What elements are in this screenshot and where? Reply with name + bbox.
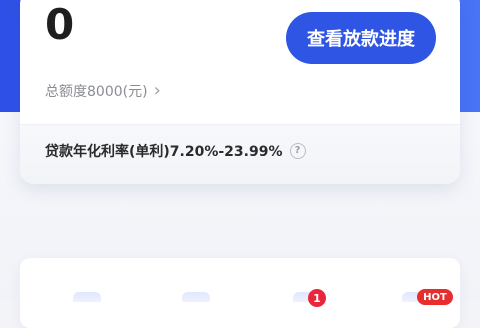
notification-count-badge: 1	[308, 289, 326, 307]
hot-badge: HOT	[417, 289, 453, 305]
total-limit-link[interactable]: 总额度8000(元) ›	[45, 81, 161, 101]
total-limit-label: 总额度8000(元)	[45, 84, 148, 100]
available-amount: 0	[45, 0, 75, 49]
rate-strip: 贷款年化利率(单利)7.20%-23.99% ?	[20, 124, 460, 184]
annual-rate-row: 贷款年化利率(单利)7.20%-23.99% ?	[45, 141, 306, 161]
loan-summary-card: 0 查看放款进度 总额度8000(元) › 贷款年化利率(单利)7.20%-23…	[20, 0, 460, 184]
quick-entry-icon[interactable]	[182, 292, 210, 302]
view-loan-progress-button[interactable]: 查看放款进度	[286, 12, 436, 64]
quick-entry-icon[interactable]	[73, 292, 101, 302]
question-circle-icon[interactable]: ?	[289, 143, 306, 159]
annual-rate-label: 贷款年化利率(单利)7.20%-23.99%	[45, 144, 283, 160]
chevron-right-icon: ›	[153, 80, 161, 101]
